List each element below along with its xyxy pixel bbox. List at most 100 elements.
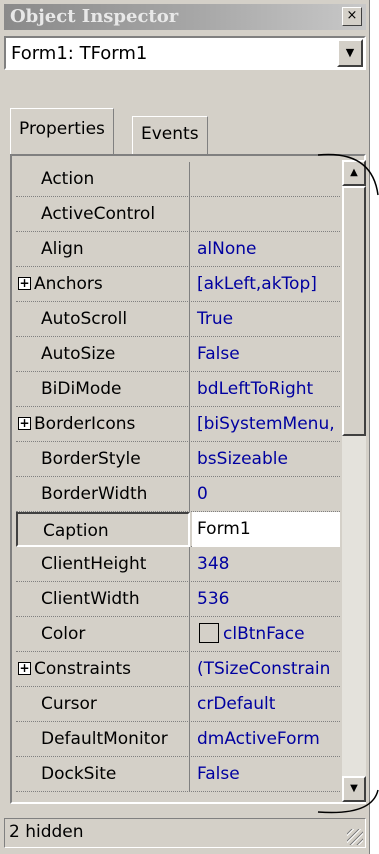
object-selector-dropdown[interactable]: Form1: TForm1 ▼	[4, 36, 366, 70]
property-name[interactable]: Align	[16, 232, 190, 267]
property-value[interactable]: Form1	[192, 512, 340, 547]
property-value-text: (TSizeConstrain	[197, 659, 331, 679]
property-name[interactable]: Action	[16, 162, 190, 197]
close-button[interactable]: ×	[342, 7, 362, 26]
property-value[interactable]: clBtnFace	[192, 617, 340, 652]
property-name[interactable]: AutoSize	[16, 337, 190, 372]
property-value[interactable]: dmActiveForm	[192, 722, 340, 757]
property-name[interactable]: Cursor	[16, 687, 190, 722]
property-value-text: 536	[197, 589, 230, 609]
property-value[interactable]: bdLeftToRight	[192, 372, 340, 407]
property-value[interactable]	[192, 162, 340, 197]
property-name-label: Anchors	[34, 274, 103, 294]
property-value-text: bsSizeable	[197, 449, 288, 469]
property-name[interactable]: DockSite	[16, 757, 190, 792]
property-name[interactable]: Color	[16, 617, 190, 652]
property-name-label: Cursor	[41, 694, 97, 714]
property-row[interactable]: Cursor crDefault	[16, 687, 340, 722]
property-value[interactable]: True	[192, 302, 340, 337]
property-name-label: Action	[41, 169, 95, 189]
scroll-up-button[interactable]: ▲	[342, 160, 366, 186]
dropdown-arrow-icon[interactable]: ▼	[337, 39, 363, 67]
vertical-scrollbar[interactable]: ▲ ▼	[342, 160, 366, 802]
property-row[interactable]: BorderStyle bsSizeable	[16, 442, 340, 477]
property-name[interactable]: BiDiMode	[16, 372, 190, 407]
property-name-label: DefaultMonitor	[41, 729, 168, 749]
property-name-label: ClientHeight	[41, 554, 147, 574]
object-selector-value: Form1: TForm1	[11, 43, 148, 64]
property-row[interactable]: DockSite False	[16, 757, 340, 792]
property-name[interactable]: ActiveControl	[16, 197, 190, 232]
tab-events[interactable]: Events	[132, 116, 208, 154]
property-name-label: BiDiMode	[41, 379, 122, 399]
property-name-label: AutoSize	[41, 344, 116, 364]
property-value[interactable]: crDefault	[192, 687, 340, 722]
property-row[interactable]: + Constraints (TSizeConstrain	[16, 652, 340, 687]
property-value-text: dmActiveForm	[197, 729, 320, 749]
property-name[interactable]: ClientHeight	[16, 547, 190, 582]
window-title: Object Inspector	[10, 6, 179, 27]
title-bar[interactable]: Object Inspector ×	[4, 4, 366, 30]
property-value[interactable]: 348	[192, 547, 340, 582]
tab-properties[interactable]: Properties	[10, 108, 114, 154]
property-value-text: 348	[197, 554, 230, 574]
property-row[interactable]: + BorderIcons [biSystemMenu,	[16, 407, 340, 442]
property-value[interactable]	[192, 197, 340, 232]
property-name[interactable]: AutoScroll	[16, 302, 190, 337]
color-swatch	[199, 623, 219, 643]
property-name[interactable]: BorderWidth	[16, 477, 190, 512]
property-name[interactable]: DefaultMonitor	[16, 722, 190, 757]
property-value[interactable]: [akLeft,akTop]	[192, 267, 340, 302]
property-row[interactable]: AutoSize False	[16, 337, 340, 372]
property-name-label: BorderStyle	[41, 449, 141, 469]
expand-plus-icon[interactable]: +	[18, 417, 31, 430]
property-value[interactable]: 0	[192, 477, 340, 512]
property-name-label: BorderWidth	[41, 484, 148, 504]
property-row[interactable]: AutoScroll True	[16, 302, 340, 337]
property-name[interactable]: + Constraints	[16, 652, 190, 687]
property-name[interactable]: + Anchors	[16, 267, 190, 302]
property-value-text: bdLeftToRight	[197, 379, 314, 399]
property-name[interactable]: + BorderIcons	[16, 407, 190, 442]
scroll-thumb[interactable]	[342, 186, 366, 436]
property-grid-panel: Action ActiveControl Align alNone + Anchors [a…	[10, 154, 366, 804]
property-value[interactable]: (TSizeConstrain	[192, 652, 340, 687]
property-value-text: alNone	[197, 239, 257, 259]
property-name-label: Caption	[43, 521, 109, 541]
property-row[interactable]: DefaultMonitor dmActiveForm	[16, 722, 340, 757]
resize-grip-icon[interactable]	[347, 829, 363, 845]
property-value-text: [akLeft,akTop]	[197, 274, 317, 294]
property-value-text: True	[197, 309, 234, 329]
property-value[interactable]: bsSizeable	[192, 442, 340, 477]
property-value[interactable]: alNone	[192, 232, 340, 267]
property-name-label: ClientWidth	[41, 589, 140, 609]
property-value[interactable]: False	[192, 337, 340, 372]
property-row[interactable]: Align alNone	[16, 232, 340, 267]
expand-plus-icon[interactable]: +	[18, 662, 31, 675]
expand-plus-icon[interactable]: +	[18, 277, 31, 290]
property-name[interactable]: ClientWidth	[16, 582, 190, 617]
property-row[interactable]: Caption Form1	[16, 512, 340, 547]
property-name[interactable]: Caption	[16, 512, 190, 547]
property-name-label: ActiveControl	[41, 204, 156, 224]
property-value[interactable]: False	[192, 757, 340, 792]
property-row[interactable]: Color clBtnFace	[16, 617, 340, 652]
property-value[interactable]: [biSystemMenu,	[192, 407, 340, 442]
property-value-text: 0	[197, 484, 208, 504]
property-name-label: AutoScroll	[41, 309, 128, 329]
scroll-down-button[interactable]: ▼	[342, 776, 366, 802]
property-row[interactable]: ClientWidth 536	[16, 582, 340, 617]
property-value-text: clBtnFace	[223, 624, 305, 644]
property-name[interactable]: BorderStyle	[16, 442, 190, 477]
property-value[interactable]: 536	[192, 582, 340, 617]
property-row[interactable]: Action	[16, 162, 340, 197]
property-value-text: Form1	[197, 519, 251, 539]
property-row[interactable]: BiDiMode bdLeftToRight	[16, 372, 340, 407]
property-row[interactable]: BorderWidth 0	[16, 477, 340, 512]
property-row[interactable]: ClientHeight 348	[16, 547, 340, 582]
property-row[interactable]: ActiveControl	[16, 197, 340, 232]
status-bar: 2 hidden	[4, 818, 366, 848]
property-grid: Action ActiveControl Align alNone + Anchors [a…	[16, 162, 340, 792]
property-value-text: [biSystemMenu,	[197, 414, 335, 434]
property-row[interactable]: + Anchors [akLeft,akTop]	[16, 267, 340, 302]
